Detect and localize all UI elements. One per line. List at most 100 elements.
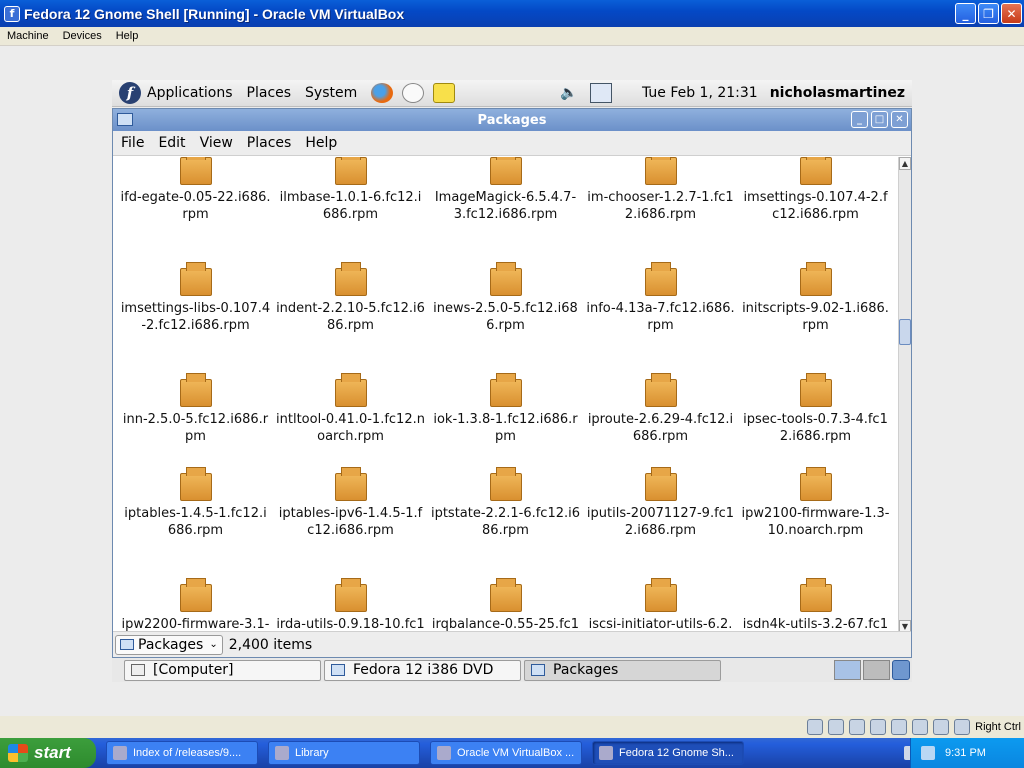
taskbar-item-label: Library — [295, 747, 329, 759]
computer-icon — [131, 664, 145, 676]
package-item[interactable]: imsettings-0.107.4-2.fc12.i686.rpm — [738, 157, 893, 258]
package-item[interactable]: ilmbase-1.0.1-6.fc12.i686.rpm — [273, 157, 428, 258]
package-icon — [644, 578, 678, 612]
vrdp-icon[interactable] — [912, 719, 929, 735]
package-icon — [489, 157, 523, 185]
menu-places[interactable]: Places — [241, 135, 298, 151]
package-item[interactable]: info-4.13a-7.fc12.i686.rpm — [583, 258, 738, 369]
package-name: iproute-2.6.29-4.fc12.i686.rpm — [587, 412, 734, 444]
shared-folder-icon[interactable] — [891, 719, 908, 735]
menu-file[interactable]: File — [115, 135, 150, 151]
package-item[interactable]: im-chooser-1.2.7-1.fc12.i686.rpm — [583, 157, 738, 258]
menu-devices[interactable]: Devices — [56, 30, 109, 42]
package-item[interactable]: ifd-egate-0.05-22.i686.rpm — [118, 157, 273, 258]
host-key-icon — [954, 719, 971, 735]
evolution-mail-icon[interactable] — [402, 83, 425, 103]
firefox-icon[interactable] — [371, 83, 394, 103]
mouse-integration-icon[interactable] — [933, 719, 950, 735]
nautilus-minimize-button[interactable]: _ — [851, 111, 868, 128]
scrollbar-thumb[interactable] — [899, 319, 911, 345]
package-item[interactable]: irqbalance-0.55-25.fc12.i686.rpm — [428, 574, 583, 633]
start-button[interactable]: start — [0, 738, 96, 768]
package-item[interactable]: iptstate-2.2.1-6.fc12.i686.rpm — [428, 463, 583, 574]
workspace-1[interactable] — [834, 660, 861, 680]
package-item[interactable]: iptables-1.4.5-1.fc12.i686.rpm — [118, 463, 273, 574]
task-computer[interactable]: [Computer] — [124, 659, 321, 681]
panel-clock[interactable]: Tue Feb 1, 21:31 — [642, 85, 758, 101]
package-item[interactable]: iscsi-initiator-utils-6.2.0.870-10.fc12.… — [583, 574, 738, 633]
menu-view[interactable]: View — [194, 135, 239, 151]
package-item[interactable]: ipsec-tools-0.7.3-4.fc12.i686.rpm — [738, 369, 893, 463]
menu-edit[interactable]: Edit — [152, 135, 191, 151]
package-name: imsettings-0.107.4-2.fc12.i686.rpm — [743, 190, 888, 222]
menu-help[interactable]: Help — [109, 30, 146, 42]
notes-icon[interactable] — [433, 83, 456, 103]
fedora-logo-icon[interactable]: f — [119, 82, 141, 104]
nautilus-close-button[interactable]: ✕ — [891, 111, 908, 128]
trash-icon[interactable] — [892, 660, 910, 680]
panel-menu-places[interactable]: Places — [247, 85, 292, 101]
package-icon — [799, 262, 833, 296]
vbox-window-title: Fedora 12 Gnome Shell [Running] - Oracle… — [24, 5, 405, 22]
package-item[interactable]: iptables-ipv6-1.4.5-1.fc12.i686.rpm — [273, 463, 428, 574]
nautilus-window: Packages _ □ ✕ File Edit View Places Hel… — [112, 108, 912, 658]
location-combo[interactable]: Packages ⌄ — [115, 634, 223, 655]
cd-icon[interactable] — [828, 719, 845, 735]
package-icon — [334, 157, 368, 185]
taskbar-item-label: Oracle VM VirtualBox ... — [457, 747, 575, 759]
nautilus-maximize-button[interactable]: □ — [871, 111, 888, 128]
package-item[interactable]: indent-2.2.10-5.fc12.i686.rpm — [273, 258, 428, 369]
package-item[interactable]: imsettings-libs-0.107.4-2.fc12.i686.rpm — [118, 258, 273, 369]
minimize-button[interactable]: _ — [955, 3, 976, 24]
taskbar-item-library[interactable]: Library — [268, 741, 420, 765]
package-icon — [799, 467, 833, 501]
item-count: 2,400 items — [228, 636, 313, 653]
task-label: Packages — [553, 662, 619, 678]
package-icon — [489, 262, 523, 296]
network-adapter-icon[interactable] — [870, 719, 887, 735]
maximize-button[interactable]: ❐ — [978, 3, 999, 24]
taskbar-item-virtualbox[interactable]: Oracle VM VirtualBox ... — [430, 741, 582, 765]
package-item[interactable]: iok-1.3.8-1.fc12.i686.rpm — [428, 369, 583, 463]
workspace-2[interactable] — [863, 660, 890, 680]
scroll-up-icon[interactable]: ▲ — [899, 157, 911, 170]
tray-network-icon[interactable] — [921, 746, 935, 760]
menu-help[interactable]: Help — [299, 135, 343, 151]
volume-icon[interactable]: 🔈 — [560, 85, 577, 101]
gnome-bottom-panel: [Computer] Fedora 12 i386 DVD Packages — [112, 658, 912, 682]
task-dvd[interactable]: Fedora 12 i386 DVD — [324, 659, 521, 681]
tray-clock[interactable]: 9:31 PM — [945, 747, 986, 759]
package-item[interactable]: ImageMagick-6.5.4.7-3.fc12.i686.rpm — [428, 157, 583, 258]
package-icon — [644, 373, 678, 407]
package-name: imsettings-libs-0.107.4-2.fc12.i686.rpm — [120, 301, 271, 333]
package-item[interactable]: iproute-2.6.29-4.fc12.i686.rpm — [583, 369, 738, 463]
vertical-scrollbar[interactable]: ▲ ▼ — [898, 157, 911, 633]
package-item[interactable]: initscripts-9.02-1.i686.rpm — [738, 258, 893, 369]
menu-machine[interactable]: Machine — [0, 30, 56, 42]
task-packages[interactable]: Packages — [524, 659, 721, 681]
taskbar-item-fedora[interactable]: Fedora 12 Gnome Sh... — [592, 741, 744, 765]
package-grid: ifd-egate-0.05-22.i686.rpm ilmbase-1.0.1-… — [118, 157, 893, 633]
package-item[interactable]: ipw2200-firmware-3.1-3.noarch.rpm — [118, 574, 273, 633]
panel-username[interactable]: nicholasmartinez — [770, 85, 905, 101]
package-item[interactable]: iputils-20071127-9.fc12.i686.rpm — [583, 463, 738, 574]
package-item[interactable]: inn-2.5.0-5.fc12.i686.rpm — [118, 369, 273, 463]
virtualbox-icon: f — [4, 5, 20, 22]
close-button[interactable]: ✕ — [1001, 3, 1022, 24]
package-item[interactable]: irda-utils-0.9.18-10.fc12.i686.rpm — [273, 574, 428, 633]
network-icon[interactable] — [589, 83, 612, 103]
package-item[interactable]: intltool-0.41.0-1.fc12.noarch.rpm — [273, 369, 428, 463]
start-label: start — [34, 743, 71, 762]
taskbar-item-index[interactable]: Index of /releases/9.... — [106, 741, 258, 765]
panel-menu-applications[interactable]: Applications — [147, 85, 233, 101]
package-item[interactable]: ipw2100-firmware-1.3-10.noarch.rpm — [738, 463, 893, 574]
package-item[interactable]: isdn4k-utils-3.2-67.fc12.i686.rpm — [738, 574, 893, 633]
hard-disk-icon[interactable] — [807, 719, 824, 735]
usb-icon[interactable] — [849, 719, 866, 735]
package-name: initscripts-9.02-1.i686.rpm — [742, 301, 889, 333]
panel-menu-system[interactable]: System — [305, 85, 357, 101]
package-item[interactable]: inews-2.5.0-5.fc12.i686.rpm — [428, 258, 583, 369]
icon-view[interactable]: ifd-egate-0.05-22.i686.rpm ilmbase-1.0.1-… — [113, 157, 899, 633]
package-name: indent-2.2.10-5.fc12.i686.rpm — [276, 301, 425, 333]
gnome-top-panel: f Applications Places System 🔈 Tue Feb 1… — [112, 80, 912, 107]
